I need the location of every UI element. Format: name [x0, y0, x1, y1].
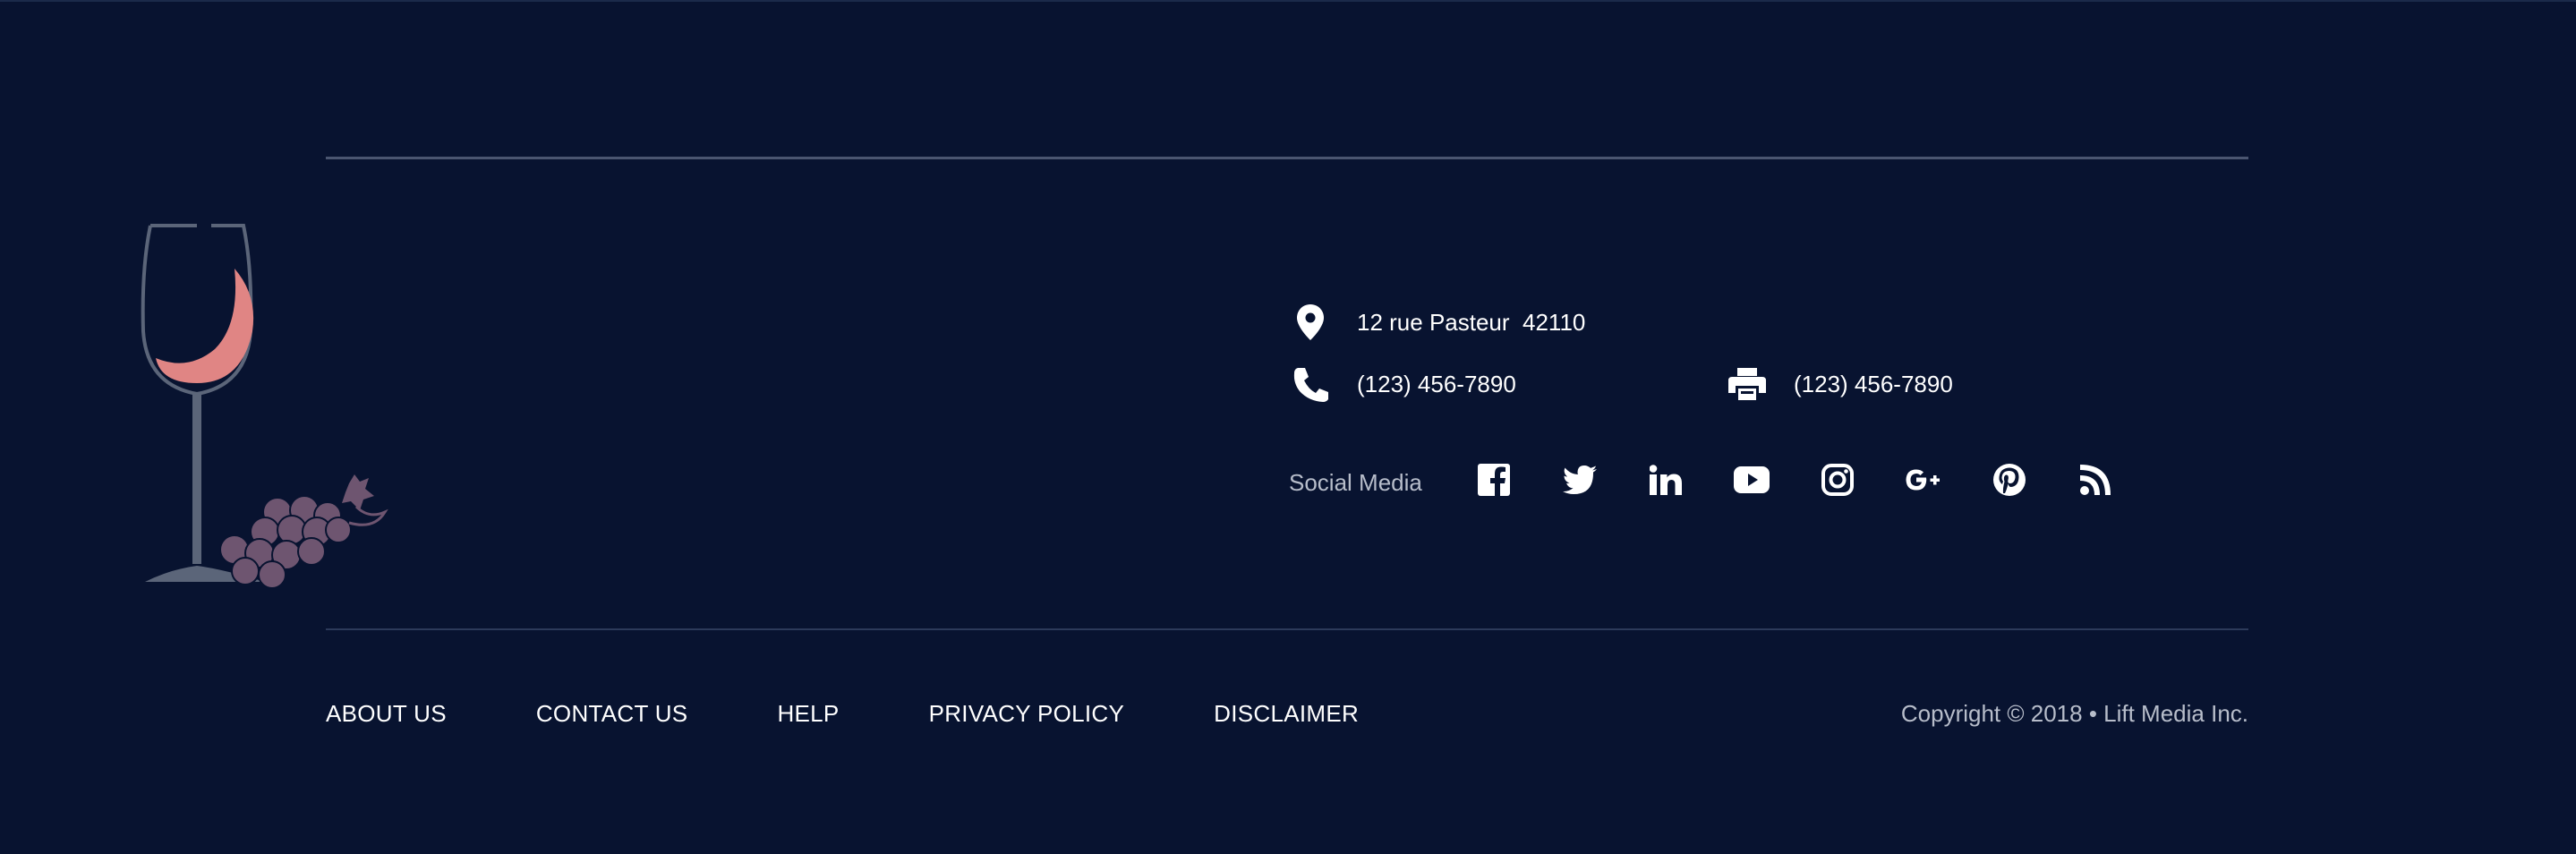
printer-icon	[1727, 364, 1767, 404]
top-edge-line	[0, 0, 2576, 2]
twitter-icon[interactable]	[1560, 460, 1599, 500]
rss-icon[interactable]	[2076, 460, 2115, 500]
fax-row: (123) 456-7890	[1727, 364, 1953, 404]
youtube-icon[interactable]	[1732, 460, 1771, 500]
phone-icon	[1291, 364, 1330, 404]
facebook-icon[interactable]	[1474, 460, 1514, 500]
nav-link-disclaimer[interactable]: DISCLAIMER	[1214, 700, 1359, 728]
social-media-bar: Social Media	[1289, 460, 2162, 500]
linkedin-icon[interactable]	[1646, 460, 1685, 500]
address-row: 12 rue Pasteur 42110	[1291, 303, 1585, 342]
phone-number[interactable]: (123) 456-7890	[1357, 371, 1516, 398]
footer-page: 12 rue Pasteur 42110 (123) 456-7890 (123…	[0, 0, 2576, 854]
copyright-text: Copyright © 2018 • Lift Media Inc.	[1900, 700, 2248, 727]
top-divider	[326, 157, 2248, 159]
bottom-divider	[326, 628, 2248, 630]
footer-nav: ABOUT US CONTACT US HELP PRIVACY POLICY …	[326, 700, 1448, 728]
google-plus-icon[interactable]	[1904, 460, 1943, 500]
instagram-icon[interactable]	[1818, 460, 1857, 500]
wine-glass-grapes-icon	[141, 224, 388, 589]
nav-link-about-us[interactable]: ABOUT US	[326, 700, 447, 728]
address-text: 12 rue Pasteur 42110	[1357, 308, 1586, 336]
nav-link-privacy-policy[interactable]: PRIVACY POLICY	[929, 700, 1125, 728]
nav-link-help[interactable]: HELP	[777, 700, 839, 728]
nav-link-contact-us[interactable]: CONTACT US	[536, 700, 688, 728]
map-pin-icon	[1291, 303, 1330, 342]
social-media-label: Social Media	[1289, 468, 1422, 496]
fax-number: (123) 456-7890	[1794, 370, 1953, 397]
pinterest-icon[interactable]	[1990, 460, 2029, 500]
phone-row[interactable]: (123) 456-7890	[1291, 364, 1516, 404]
social-icons	[1474, 460, 2162, 500]
